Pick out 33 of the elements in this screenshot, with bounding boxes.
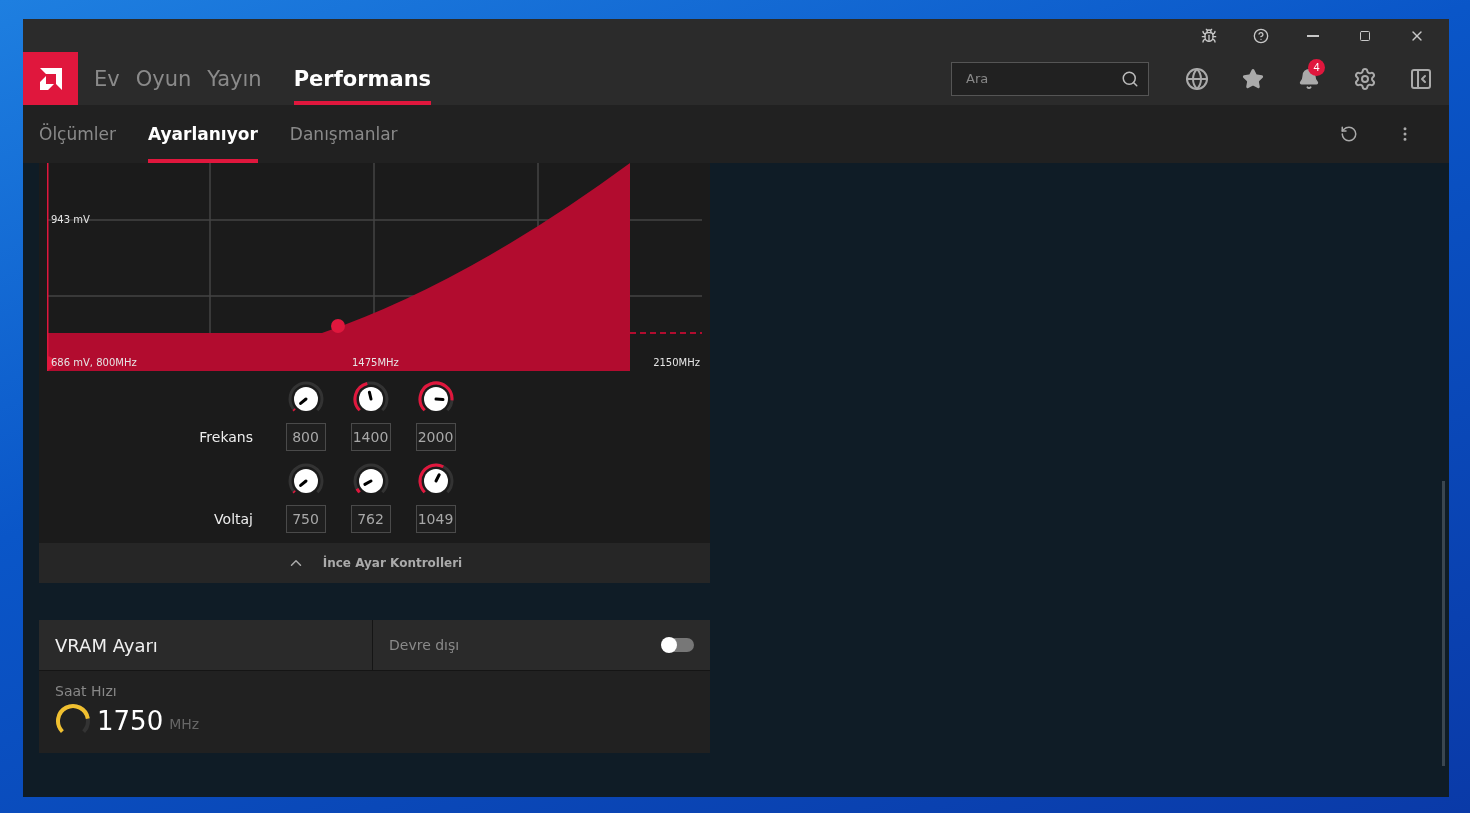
notification-badge: 4 — [1308, 58, 1325, 76]
minimize-icon — [1307, 34, 1319, 37]
clock-value: 1750 — [97, 706, 164, 736]
status-text: Devre dışı — [389, 637, 460, 653]
logo-icon — [37, 65, 64, 92]
maximize-icon — [1359, 29, 1371, 42]
logo[interactable] — [23, 52, 78, 105]
value-field[interactable]: 800 — [285, 423, 326, 451]
fine-tune-toggle[interactable]: İnce Ayar Kontrolleri — [39, 543, 710, 583]
unit-label: MHz — [169, 716, 200, 732]
metric-label: Saat Hızı — [55, 683, 118, 699]
sub-tab[interactable]: Danışmanlar — [289, 105, 398, 163]
axis-label: 2150MHz — [653, 357, 700, 368]
row-label: Voltaj — [213, 511, 253, 527]
value-field[interactable]: 1400 — [350, 423, 391, 451]
axis-label: 1475MHz — [352, 357, 399, 368]
search-field[interactable]: Ara — [951, 61, 1149, 96]
value-field[interactable]: 762 — [350, 505, 391, 533]
scrollbar[interactable] — [1442, 481, 1445, 766]
search-icon — [1121, 69, 1139, 88]
value-field[interactable]: 750 — [285, 505, 326, 533]
notifications-button[interactable]: 4 — [1281, 58, 1337, 99]
row-label: Frekans — [198, 429, 253, 445]
axis-label: 943 mV — [51, 214, 90, 225]
value-field[interactable]: 1049 — [415, 505, 456, 533]
nav-tab[interactable]: Ev — [94, 52, 120, 105]
toggle-switch[interactable] — [662, 638, 694, 652]
card-title: VRAM Ayarı — [39, 620, 373, 670]
nav-tab[interactable]: Oyun — [135, 52, 192, 105]
sub-tab[interactable]: Ölçümler — [39, 105, 116, 163]
axis-label: 686 mV, 800MHz — [51, 357, 137, 368]
nav-tab[interactable]: Yayın — [207, 52, 262, 105]
value-field[interactable]: 2000 — [415, 423, 456, 451]
